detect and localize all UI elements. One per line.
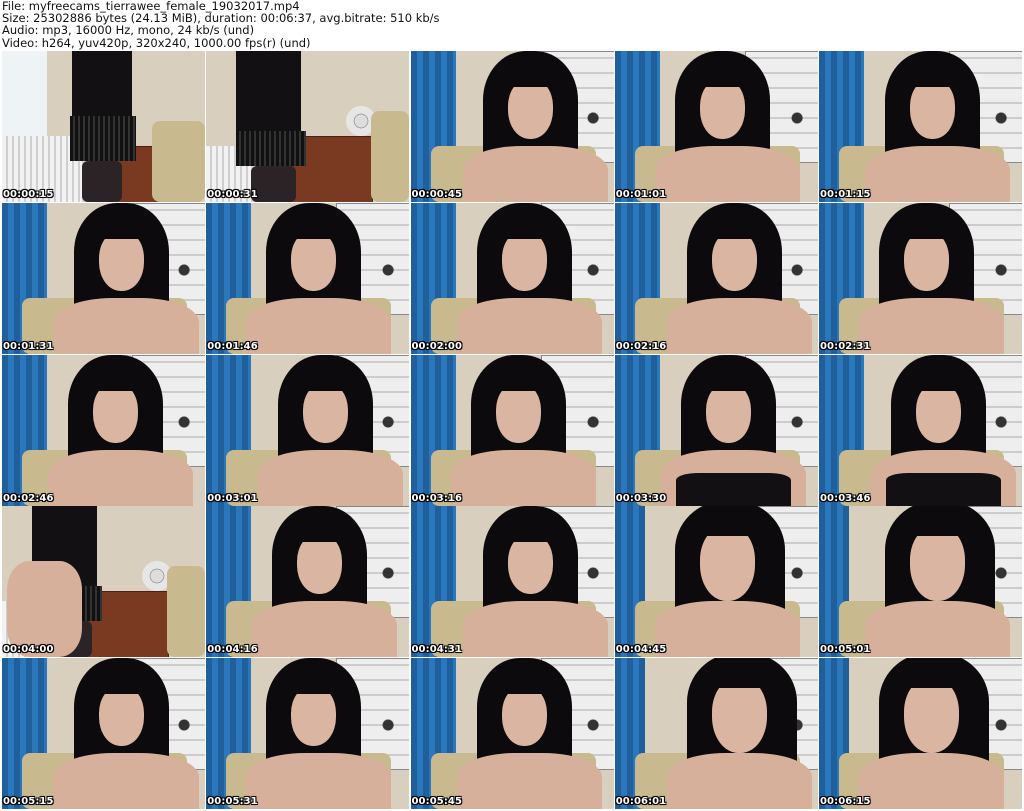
video-thumbnail: 00:01:31: [2, 202, 205, 354]
video-thumbnail: 00:05:45: [410, 658, 614, 809]
thumbnail-timestamp: 00:01:46: [207, 340, 258, 352]
thumbnail-timestamp: 00:03:46: [820, 492, 871, 504]
thumbnail-timestamp: 00:06:15: [820, 796, 871, 807]
video-thumbnail: 00:00:31: [206, 51, 410, 202]
video-thumbnail: 00:00:45: [410, 51, 614, 202]
video-thumbnail: 00:02:00: [410, 202, 614, 354]
thumbnail-timestamp: 00:04:31: [411, 644, 463, 656]
thumbnail-timestamp: 00:05:31: [207, 796, 258, 807]
thumbnail-timestamp: 00:03:01: [207, 492, 258, 504]
video-thumbnail: 00:03:01: [206, 354, 410, 506]
thumbnail-timestamp: 00:03:30: [615, 492, 667, 504]
thumbnail-timestamp: 00:02:00: [411, 340, 463, 352]
thumbnail-timestamp: 00:03:16: [411, 492, 463, 504]
thumbnail-timestamp: 00:05:45: [411, 796, 463, 807]
video-thumbnail: 00:05:31: [206, 658, 410, 809]
thumbnail-timestamp: 00:00:15: [3, 189, 54, 200]
thumbnail-timestamp: 00:02:31: [820, 340, 871, 352]
video-info-line: Video: h264, yuv420p, 320x240, 1000.00 f…: [2, 35, 311, 50]
video-thumbnail: 00:03:30: [614, 354, 818, 506]
video-thumbnail: 00:01:15: [819, 51, 1022, 202]
video-thumbnail: 00:04:31: [410, 506, 614, 658]
video-thumbnail: 00:02:31: [819, 202, 1022, 354]
audio-info-line: Audio: mp3, 16000 Hz, mono, 24 kb/s (und…: [2, 23, 255, 38]
video-thumbnail: 00:05:15: [2, 658, 205, 809]
thumbnail-timestamp: 00:05:01: [820, 644, 871, 656]
video-thumbnail: 00:01:01: [614, 51, 818, 202]
thumbnail-timestamp: 00:02:46: [3, 492, 54, 504]
thumbnail-timestamp: 00:04:45: [615, 644, 667, 656]
video-thumbnail: 00:00:15: [2, 51, 205, 202]
thumbnail-timestamp: 00:04:00: [3, 644, 54, 656]
video-thumbnail: 00:06:15: [819, 658, 1022, 809]
thumbnail-timestamp: 00:01:01: [615, 189, 667, 200]
thumbnail-timestamp: 00:00:31: [207, 189, 258, 200]
video-thumbnail: 00:05:01: [819, 506, 1022, 658]
info-header: File: myfreecams_tierrawee_female_190320…: [2, 0, 1022, 49]
thumbnail-timestamp: 00:01:31: [3, 340, 54, 352]
thumbnail-timestamp: 00:04:16: [207, 644, 258, 656]
video-thumbnail: 00:04:45: [614, 506, 818, 658]
thumbnail-grid: 00:00:15 00:00:31 00:00:45 00:01:01 00:01:15…: [2, 51, 1022, 809]
thumbnail-timestamp: 00:00:45: [411, 189, 463, 200]
thumbnail-timestamp: 00:02:16: [615, 340, 667, 352]
video-thumbnail: 00:02:16: [614, 202, 818, 354]
thumbnail-timestamp: 00:01:15: [820, 189, 871, 200]
video-thumbnail: 00:03:46: [819, 354, 1022, 506]
video-thumbnail: 00:02:46: [2, 354, 205, 506]
thumbnail-timestamp: 00:06:01: [615, 796, 667, 807]
video-thumbnail: 00:04:16: [206, 506, 410, 658]
video-thumbnail: 00:06:01: [614, 658, 818, 809]
video-thumbnail: 00:03:16: [410, 354, 614, 506]
thumbnail-timestamp: 00:05:15: [3, 796, 54, 807]
video-thumbnail: 00:01:46: [206, 202, 410, 354]
video-thumbnail: 00:04:00: [2, 506, 205, 658]
